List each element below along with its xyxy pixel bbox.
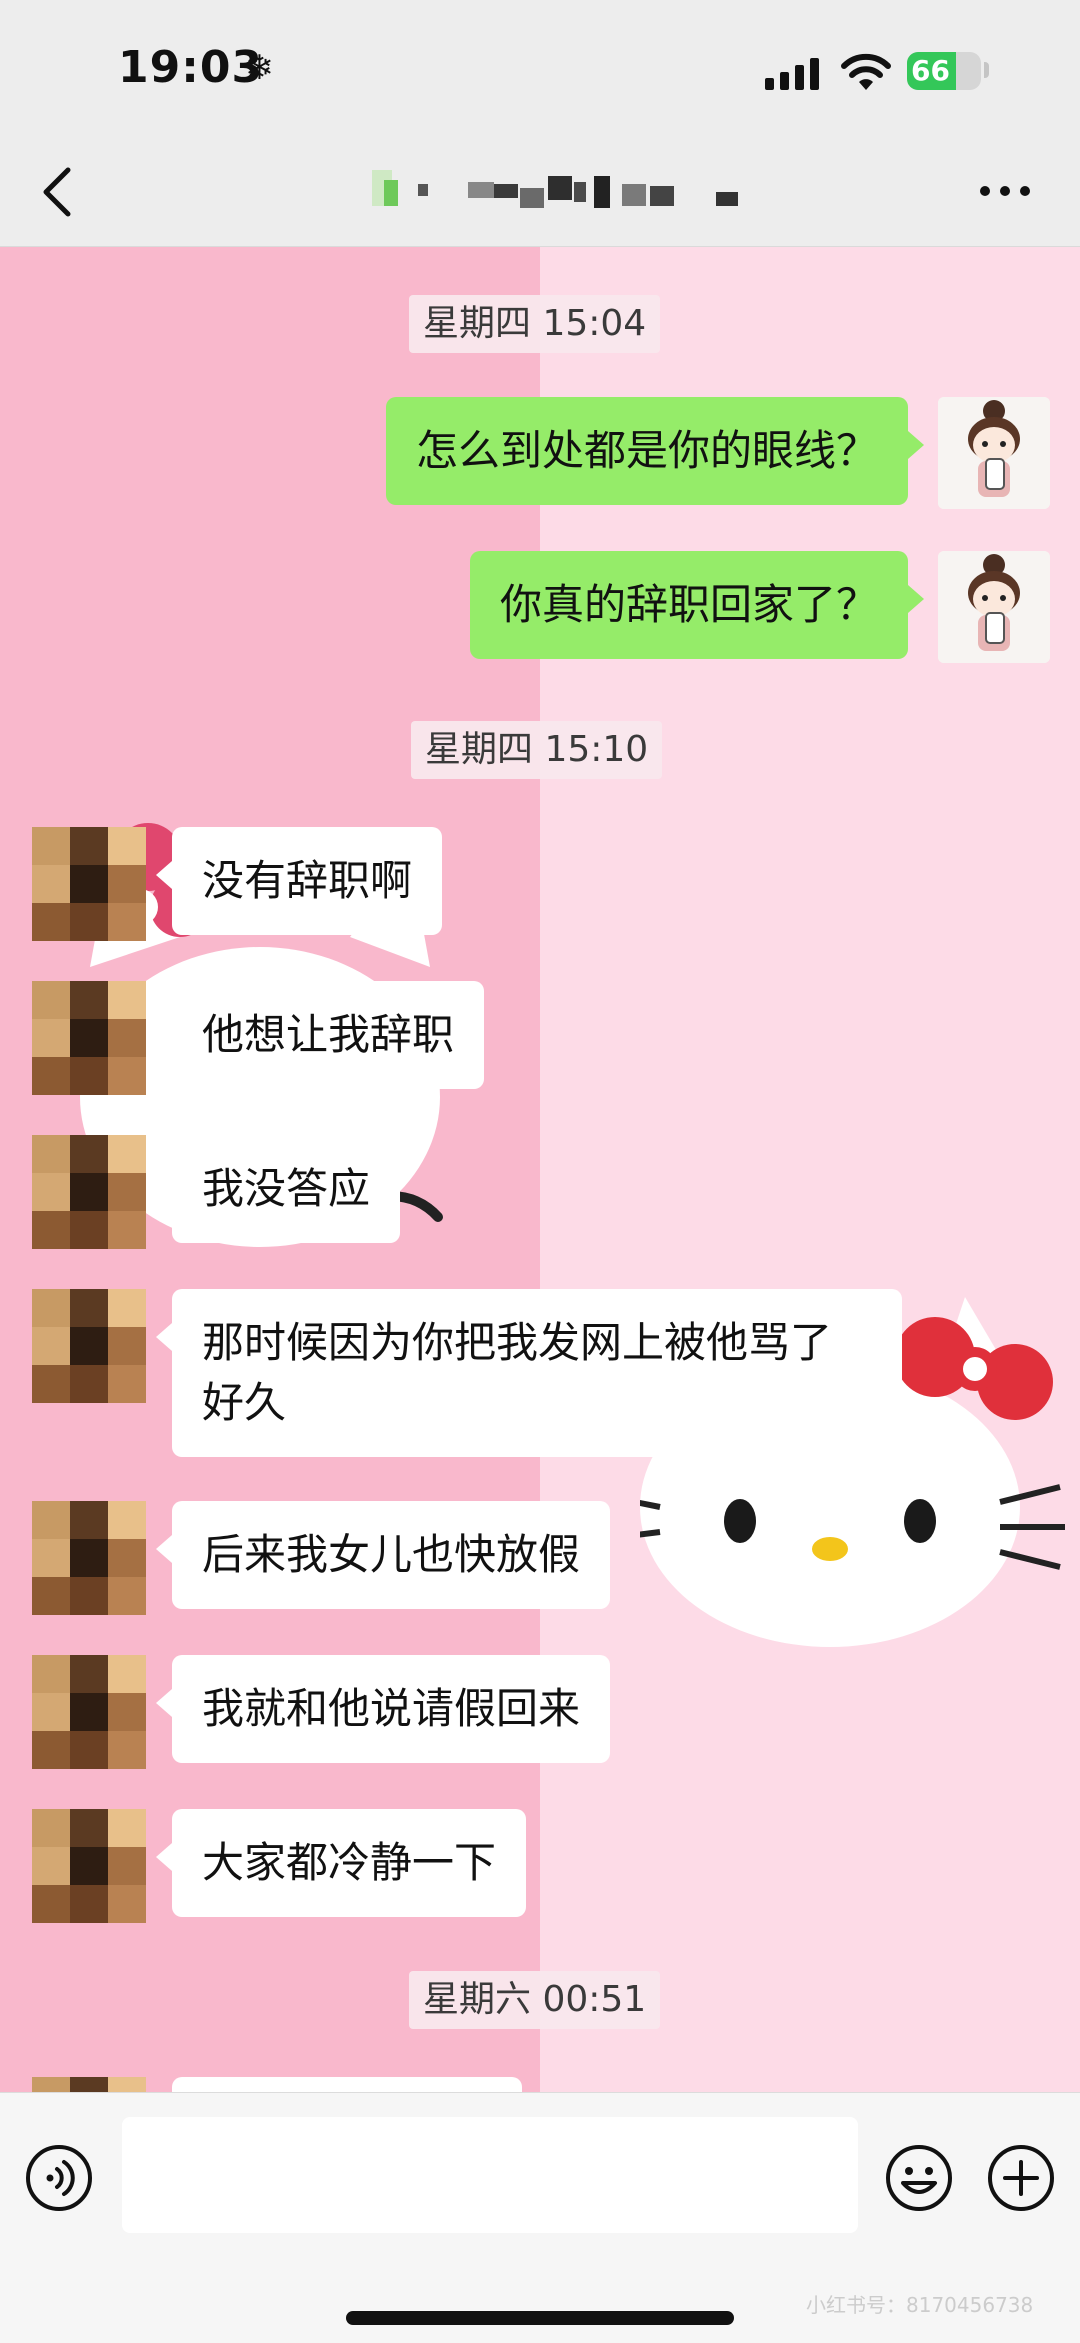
chat-area[interactable]: 星期四 15:04 怎么到处都是你的眼线？ 你真的辞职回家了？ 星期四 15:1… [0, 247, 1080, 2092]
title-pixel [520, 188, 544, 208]
incoming-message[interactable]: 他想让我辞职 [155, 981, 485, 1089]
contact-avatar-pixelated[interactable] [32, 981, 146, 1095]
snowflake-icon: ❄ [245, 48, 274, 88]
title-pixel [384, 180, 398, 206]
contact-avatar-pixelated[interactable] [32, 1289, 146, 1403]
contact-avatar-pixelated[interactable] [32, 2077, 146, 2092]
title-pixel [650, 186, 674, 206]
pixelated-avatar-icon [32, 1135, 146, 1249]
back-chevron-icon[interactable] [38, 162, 78, 222]
contact-avatar-pixelated[interactable] [32, 1655, 146, 1769]
outgoing-message[interactable]: 你真的辞职回家了？ [469, 551, 925, 659]
title-pixel [468, 182, 494, 198]
home-indicator[interactable] [346, 2311, 734, 2325]
battery-cap [984, 62, 989, 78]
incoming-message[interactable]: 那时候因为你把我发网上被他骂了好久 [156, 1289, 902, 1457]
incoming-message-partial[interactable] [172, 2077, 522, 2092]
title-pixel [494, 184, 518, 198]
pixelated-avatar-icon [32, 827, 146, 941]
battery-level: 66 [911, 54, 950, 87]
nav-bar [0, 140, 1080, 247]
voice-icon[interactable] [24, 2143, 94, 2213]
timestamp: 星期四 15:10 [411, 721, 663, 779]
pixelated-avatar-icon [32, 1501, 146, 1615]
incoming-message[interactable]: 我就和他说请假回来 [155, 1655, 611, 1763]
incoming-message[interactable]: 没有辞职啊 [155, 827, 443, 935]
emoji-icon[interactable] [884, 2143, 954, 2213]
incoming-message[interactable]: 后来我女儿也快放假 [155, 1501, 611, 1609]
pixelated-avatar-icon [32, 1655, 146, 1769]
title-pixel [574, 182, 586, 202]
title-pixel [418, 184, 428, 196]
plus-icon[interactable] [986, 2143, 1056, 2213]
message-input[interactable] [122, 2117, 858, 2233]
timestamp: 星期六 00:51 [409, 1971, 661, 2029]
title-pixel [716, 192, 738, 206]
input-bar: 小红书号：8170456738 [0, 2092, 1080, 2343]
incoming-message[interactable]: 我没答应 [155, 1135, 401, 1243]
wallpaper-right [540, 247, 1080, 2092]
outgoing-message[interactable]: 怎么到处都是你的眼线？ [385, 397, 925, 505]
status-time: 19:03 [118, 42, 264, 93]
self-avatar[interactable] [938, 397, 1050, 509]
contact-avatar-pixelated[interactable] [32, 1501, 146, 1615]
battery-indicator: 66 [907, 52, 981, 90]
more-dots-icon[interactable] [975, 176, 1035, 206]
self-avatar[interactable] [938, 551, 1050, 663]
title-pixel [548, 176, 572, 200]
title-pixel [622, 184, 646, 206]
incoming-message[interactable]: 大家都冷静一下 [155, 1809, 527, 1917]
timestamp: 星期四 15:04 [409, 295, 661, 353]
wifi-icon [841, 53, 891, 90]
pixelated-avatar-icon [32, 981, 146, 1095]
cellular-signal-icon [765, 58, 819, 90]
cartoon-girl-avatar-icon [938, 551, 1050, 663]
pixelated-avatar-icon [32, 1289, 146, 1403]
cartoon-girl-avatar-icon [938, 397, 1050, 509]
contact-avatar-pixelated[interactable] [32, 1809, 146, 1923]
pixelated-avatar-icon [32, 1809, 146, 1923]
chat-title-pixelated [370, 170, 740, 212]
status-bar: 19:03 ❄ 66 [0, 0, 1080, 140]
title-pixel [594, 176, 610, 208]
contact-avatar-pixelated[interactable] [32, 1135, 146, 1249]
pixelated-avatar-icon [32, 2077, 146, 2092]
contact-avatar-pixelated[interactable] [32, 827, 146, 941]
watermark: 小红书号：8170456738 [806, 2293, 1034, 2317]
